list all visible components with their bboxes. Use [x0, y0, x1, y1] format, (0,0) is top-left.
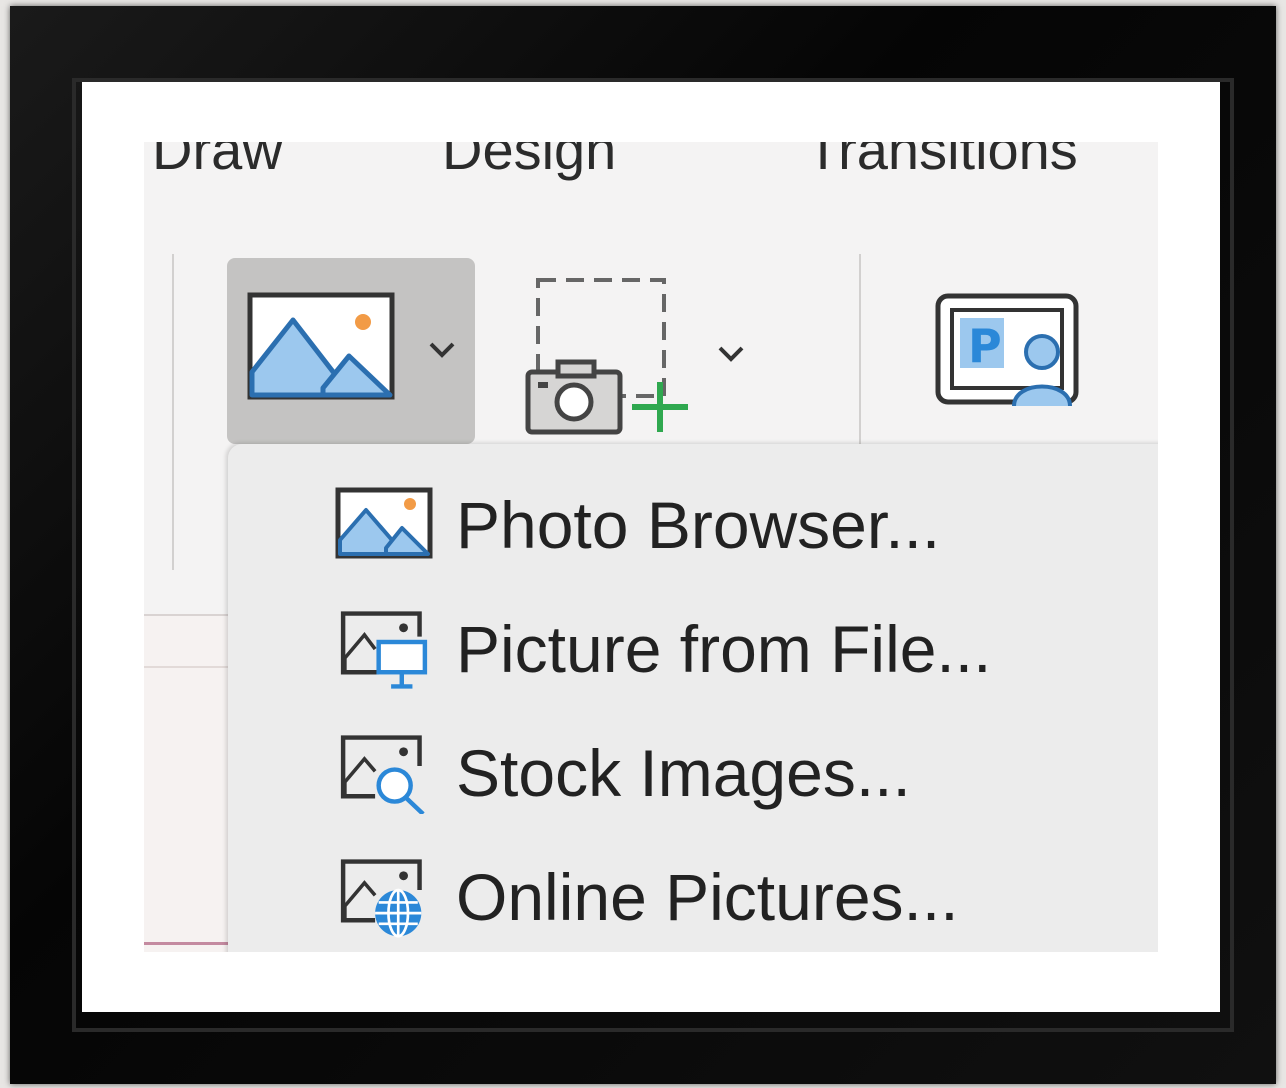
- picture-mountains-icon: [247, 292, 395, 400]
- picture-from-file-icon: [340, 611, 428, 689]
- chevron-down-icon[interactable]: [716, 344, 746, 364]
- pictures-dropdown-menu: Photo Browser... Picture from File... St…: [228, 444, 1158, 952]
- tab-transitions[interactable]: Transitions: [806, 142, 1078, 180]
- menu-item-label: Stock Images...: [456, 736, 911, 810]
- ribbon-tab-bar: Draw Design Transitions: [144, 142, 1158, 180]
- menu-item-online-pictures[interactable]: Online Pictures...: [228, 836, 1158, 952]
- svg-text:P: P: [968, 319, 1002, 373]
- menu-item-stock-images[interactable]: Stock Images...: [228, 712, 1158, 830]
- tab-design[interactable]: Design: [442, 142, 616, 180]
- screenshot-camera-add-icon: [525, 278, 688, 435]
- tab-draw[interactable]: Draw: [152, 142, 283, 180]
- menu-item-photo-browser[interactable]: Photo Browser...: [228, 464, 1158, 582]
- stock-images-icon: [340, 735, 425, 814]
- online-pictures-icon: [340, 859, 422, 938]
- slide-area: [144, 614, 228, 952]
- photo-album-presentation-icon: P: [935, 293, 1079, 407]
- app-window: Draw Design Transitions P Photo Browser.…: [144, 142, 1158, 952]
- pictures-button[interactable]: [227, 258, 475, 444]
- photo-browser-icon: [335, 487, 433, 559]
- screenshot-button[interactable]: [524, 272, 754, 442]
- ribbon-separator: [859, 254, 861, 444]
- menu-item-label: Photo Browser...: [456, 488, 941, 562]
- menu-item-label: Picture from File...: [456, 612, 992, 686]
- chevron-down-icon[interactable]: [427, 340, 457, 360]
- menu-item-picture-from-file[interactable]: Picture from File...: [228, 588, 1158, 706]
- menu-item-label: Online Pictures...: [456, 860, 959, 934]
- ribbon-separator: [172, 254, 174, 570]
- photo-album-button[interactable]: P: [934, 292, 1084, 412]
